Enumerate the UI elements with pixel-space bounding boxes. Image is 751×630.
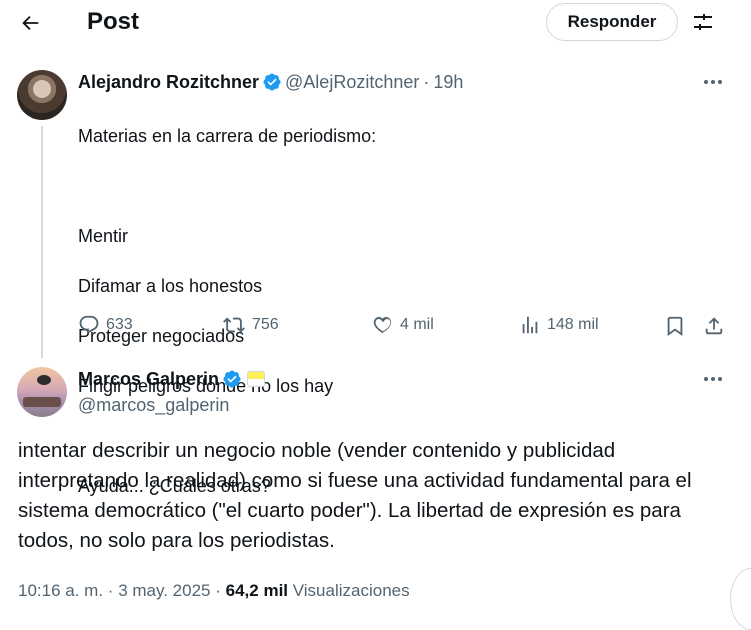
floating-button-edge[interactable] [730,568,751,630]
reply-count: 633 [106,316,133,333]
reply-icon [79,315,99,334]
more-options-icon[interactable] [699,72,727,92]
views-count: 64,2 mil [225,581,289,600]
heart-icon [373,317,392,334]
post-line [78,174,718,199]
post-time[interactable]: 10:16 a. m. [18,581,103,600]
like-count: 4 mil [400,316,434,333]
reply-button[interactable]: Responder [546,3,678,41]
author-name[interactable]: Alejandro Rozitchner [78,70,259,94]
like-action[interactable]: 4 mil [372,314,434,336]
avatar[interactable] [17,367,67,417]
main-author-line: Marcos Galperin [78,367,266,391]
author-handle[interactable]: @AlejRozitchner [285,70,419,94]
main-handle-line: @marcos_galperin [78,393,229,417]
views-icon [522,316,538,334]
repost-action[interactable]: 756 [222,314,279,336]
page-title: Post [87,8,140,35]
repost-icon [223,317,245,333]
post-metadata: 10:16 a. m. · 3 may. 2025 · 64,2 mil Vis… [18,581,410,601]
back-button[interactable] [12,7,48,39]
more-options-icon[interactable] [699,369,727,389]
separator: · [215,581,221,600]
filter-icon[interactable] [687,8,719,38]
bookmark-icon[interactable] [664,315,686,342]
post-line: Materias en la carrera de periodismo: [78,126,377,146]
separator: · [107,581,114,600]
affiliate-badge-icon[interactable] [247,371,266,387]
main-post-text: intentar describir un negocio noble (ven… [18,439,692,552]
thread-line [41,126,43,358]
author-name[interactable]: Marcos Galperin [78,367,219,391]
views-label: Visualizaciones [292,581,410,600]
verified-badge-icon [223,370,241,388]
post-line: Difamar a los honestos [78,276,263,296]
repost-count: 756 [252,316,279,333]
parent-author-line: Alejandro Rozitchner @AlejRozitchner · 1… [78,70,463,94]
post-date[interactable]: 3 may. 2025 [118,581,210,600]
views-count: 148 mil [547,316,599,333]
reply-action[interactable]: 633 [78,314,133,336]
author-handle[interactable]: @marcos_galperin [78,393,229,417]
separator: · [423,72,430,92]
post-time[interactable]: 19h [433,70,463,94]
share-icon[interactable] [703,315,725,342]
views-action[interactable]: 148 mil [519,314,599,336]
post-line: Mentir [78,226,129,246]
avatar[interactable] [17,70,67,120]
arrow-left-icon [22,15,39,31]
verified-badge-icon [263,73,281,91]
